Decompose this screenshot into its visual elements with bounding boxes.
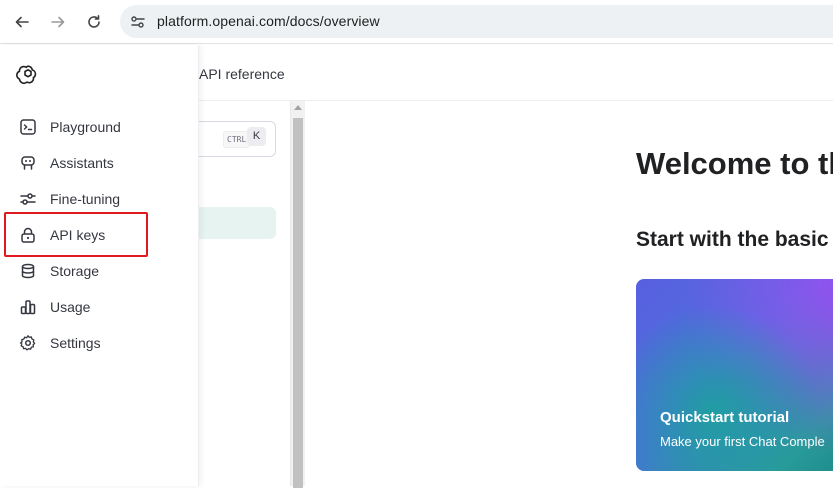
sidebar-item-label: Fine-tuning xyxy=(50,191,121,207)
terminal-icon xyxy=(19,118,37,136)
back-button[interactable] xyxy=(8,8,36,36)
url-text[interactable]: platform.openai.com/docs/overview xyxy=(157,13,380,29)
lock-icon xyxy=(19,226,37,244)
forward-button[interactable] xyxy=(44,8,72,36)
back-arrow-icon xyxy=(15,16,29,28)
sidebar-item-settings[interactable]: Settings xyxy=(12,327,192,359)
scroll-thumb[interactable] xyxy=(293,118,303,488)
robot-icon xyxy=(19,154,37,172)
section-heading: Start with the basic xyxy=(636,228,829,251)
sidebar-item-label: Usage xyxy=(50,299,91,315)
sidebar-item-fine-tuning[interactable]: Fine-tuning xyxy=(12,183,192,215)
sliders-icon xyxy=(19,190,37,208)
sidebar-item-label: API keys xyxy=(50,227,106,243)
docs-main-content: Welcome to th Start with the basic Quick… xyxy=(305,101,833,486)
sidebar: Playground Assistants Fine-tuning API ke… xyxy=(0,45,199,486)
shortcut-k-key: K xyxy=(247,127,266,146)
sidebar-item-playground[interactable]: Playground xyxy=(12,111,192,143)
sidebar-item-usage[interactable]: Usage xyxy=(12,291,192,323)
scroll-up-icon[interactable] xyxy=(294,105,302,110)
database-icon xyxy=(19,262,37,280)
quickstart-card[interactable]: Quickstart tutorial Make your first Chat… xyxy=(636,279,833,471)
sidebar-item-assistants[interactable]: Assistants xyxy=(12,147,192,179)
reload-icon xyxy=(88,15,100,28)
tune-icon[interactable] xyxy=(130,14,146,30)
card-title: Quickstart tutorial xyxy=(660,409,790,426)
sidebar-item-storage[interactable]: Storage xyxy=(12,255,192,287)
sidebar-item-api-keys[interactable]: API keys xyxy=(12,219,192,251)
sidebar-item-label: Storage xyxy=(50,263,100,279)
page-title: Welcome to th xyxy=(636,146,833,181)
docs-nav-scrollbar[interactable] xyxy=(290,101,305,488)
gear-icon xyxy=(19,334,37,352)
reload-button[interactable] xyxy=(80,8,108,36)
openai-logo-icon[interactable] xyxy=(16,63,40,87)
bar-chart-icon xyxy=(19,298,37,316)
sidebar-item-label: Assistants xyxy=(50,155,114,171)
sidebar-item-label: Playground xyxy=(50,119,121,135)
card-description: Make your first Chat Comple xyxy=(660,434,825,449)
sidebar-item-label: Settings xyxy=(50,335,101,351)
address-bar[interactable]: platform.openai.com/docs/overview xyxy=(120,5,833,38)
api-reference-link[interactable]: API reference xyxy=(199,66,285,82)
forward-arrow-icon xyxy=(51,16,65,28)
browser-toolbar: platform.openai.com/docs/overview xyxy=(0,0,833,44)
